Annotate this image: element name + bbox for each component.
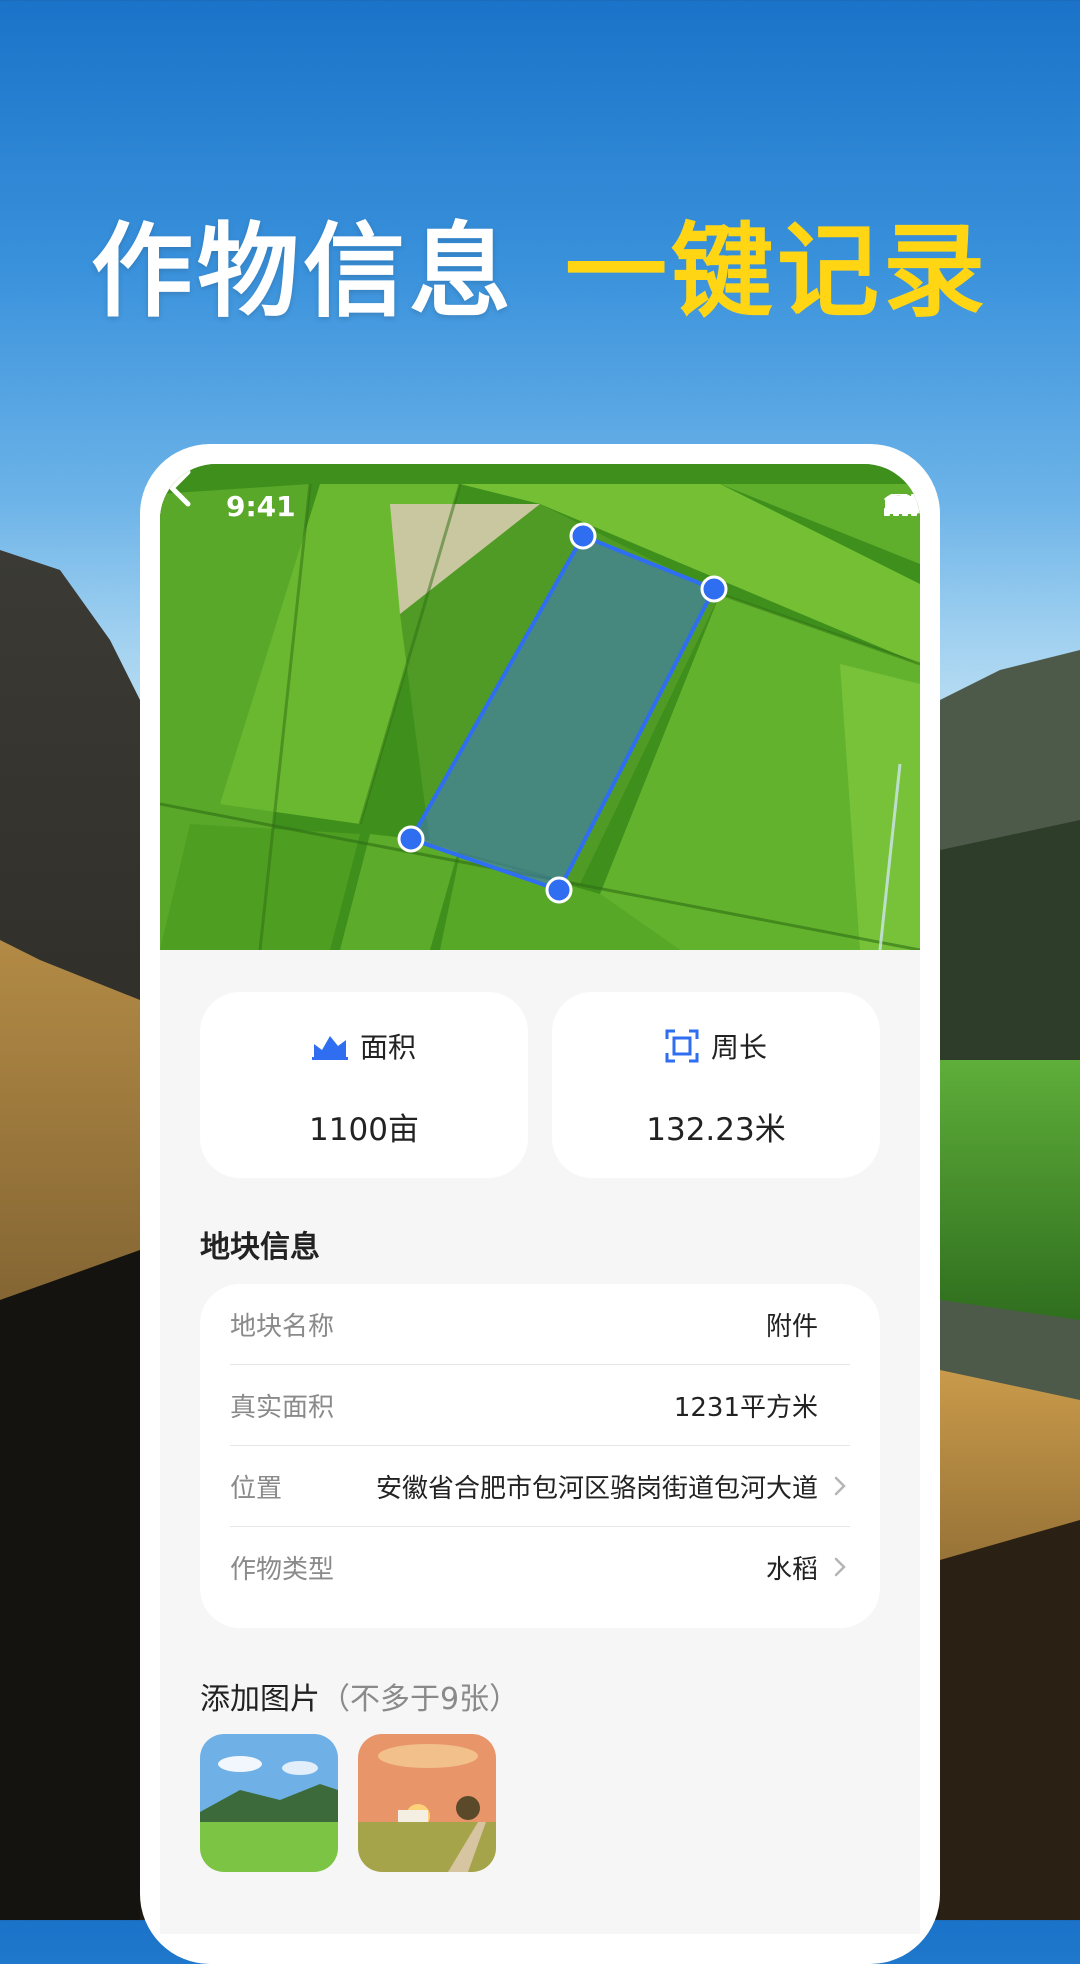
location-value: 安徽省合肥市包河区骆岗街道包河大道 [375,1473,818,1504]
real-area-value: 1231平方米 [673,1392,818,1423]
photo-thumbnail[interactable] [200,1734,338,1872]
aerial-field-image [160,464,920,950]
add-photos-label: 添加图片 [200,1682,320,1717]
location-row[interactable]: 位置 安徽省合肥市包河区骆岗街道包河大道 [230,1446,850,1527]
landscape-photo [200,1734,338,1872]
back-arrow-icon[interactable] [160,464,200,512]
headline-part1: 作物信息 [91,213,515,332]
headline-part2: 一键记录 [565,213,989,332]
plot-info-card: 地块名称 附件 真实面积 1231平方米 位置 安徽省合肥市包河区骆岗街道包河大… [200,1284,880,1628]
photo-thumbnail[interactable] [358,1734,496,1872]
plot-name-row[interactable]: 地块名称 附件 [230,1284,850,1365]
crop-type-row[interactable]: 作物类型 水稻 [230,1527,850,1607]
area-chart-icon [311,1036,348,1060]
metric-cards: 面积 1100亩 周长 132.23米 [200,992,880,1178]
perimeter-value: 132.23米 [646,1112,786,1148]
status-bar: 9:41 [160,484,920,524]
real-area-key: 真实面积 [230,1392,335,1423]
plot-name-key: 地块名称 [230,1311,335,1342]
photo-thumbnails [200,1734,496,1872]
perimeter-icon [665,1029,699,1063]
battery-icon [885,496,920,514]
perimeter-label: 周长 [710,1031,767,1064]
area-value: 1100亩 [309,1112,419,1148]
plot-info-title: 地块信息 [200,1230,320,1265]
headline: 作物信息 一键记录 [0,190,1080,337]
sunset-farm-photo [358,1734,496,1872]
perimeter-card: 周长 132.23米 [552,992,880,1178]
field-map[interactable]: 9:41 [160,464,920,950]
status-time: 9:41 [226,490,296,523]
crop-type-key: 作物类型 [230,1554,335,1585]
add-photos-hint: （不多于9张） [320,1682,520,1717]
area-label: 面积 [359,1031,416,1064]
plot-name-value: 附件 [765,1311,818,1342]
area-card: 面积 1100亩 [200,992,528,1178]
chevron-right-icon [834,1476,846,1496]
real-area-row[interactable]: 真实面积 1231平方米 [230,1365,850,1446]
chevron-right-icon [834,1557,846,1577]
crop-type-value: 水稻 [765,1554,818,1585]
phone-screen: 9:41 面积 1100亩 周长 132.23米 地块信息 地块名称 附件 真实… [160,464,920,1934]
add-photos-title: 添加图片（不多于9张） [200,1674,519,1718]
location-key: 位置 [230,1473,283,1504]
